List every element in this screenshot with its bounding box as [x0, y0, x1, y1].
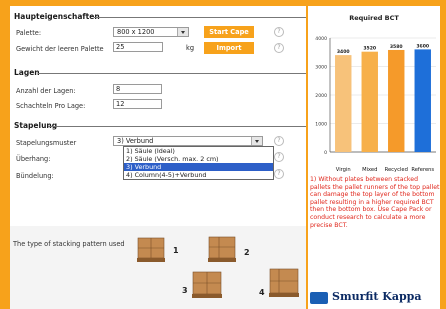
dropdown-option[interactable]: 4) Column(4-5)+Verbund — [124, 171, 273, 179]
pallet-pattern-1-icon — [137, 237, 165, 262]
bar — [361, 51, 378, 152]
start-cape-button[interactable]: Start Cape — [204, 26, 254, 38]
stacking-pattern-options: 1) Säule (Ideal) 2) Säule (Versch. max. … — [123, 146, 274, 180]
section-divider — [48, 126, 306, 127]
boxes-per-layer-label: Schachteln Pro Lage: — [16, 102, 86, 110]
help-icon[interactable]: ? — [274, 27, 284, 37]
pattern-number: 3 — [182, 286, 188, 295]
pallet-select[interactable]: 800 x 1200 — [113, 27, 189, 37]
bar-value-label: 3580 — [390, 44, 403, 50]
bar-value-label: 3600 — [416, 43, 429, 49]
x-tick-label: Referens — [411, 167, 434, 173]
bar-value-label: 3400 — [337, 49, 350, 55]
pallet-pattern-4-icon — [269, 268, 299, 297]
pattern-number: 2 — [244, 248, 250, 257]
x-tick-label: Recycled — [385, 167, 408, 173]
bct-bar-chart: 0 1000 2000 3000 4000 3400 Virgin 3520 Mixed 3580… — [315, 36, 436, 173]
layer-count-label: Anzahl der Lagen: — [16, 87, 76, 95]
bar — [335, 55, 352, 152]
boxes-per-layer-input[interactable]: 12 — [113, 99, 162, 109]
chevron-down-icon[interactable] — [251, 137, 262, 145]
help-icon[interactable]: ? — [274, 136, 284, 146]
y-tick-label: 3000 — [315, 65, 327, 71]
pallet-pattern-2-icon — [208, 236, 236, 262]
y-tick-label: 1000 — [315, 122, 327, 128]
overhang-label: Überhang: — [16, 155, 51, 163]
import-button[interactable]: Import — [204, 42, 254, 54]
pallet-pattern-3-icon — [192, 271, 222, 298]
bct-chart-panel: Required BCT 0 1000 2000 3000 4000 3400 Virgin… — [308, 6, 440, 309]
pallet-select-value: 800 x 1200 — [117, 28, 155, 36]
section-title-layers: Lagen — [14, 68, 40, 77]
help-icon[interactable]: ? — [274, 152, 284, 162]
y-tick-label: 4000 — [315, 36, 327, 42]
bar — [388, 49, 405, 152]
section-divider — [94, 17, 306, 18]
form-panel: Haupteigenschaften Palette: 800 x 1200 S… — [10, 6, 306, 309]
y-tick-label: 2000 — [315, 93, 327, 99]
x-tick-label: Mixed — [362, 167, 377, 173]
help-icon[interactable]: ? — [274, 169, 284, 179]
bar-value-label: 3520 — [363, 46, 376, 52]
bar — [414, 49, 431, 152]
section-divider — [38, 73, 306, 74]
stacking-pattern-value: 3) Verbund — [117, 137, 154, 145]
smurfit-kappa-logo-icon — [310, 292, 328, 304]
section-title-main: Haupteigenschaften — [14, 12, 100, 21]
y-tick-label: 0 — [324, 150, 327, 156]
chart-title: Required BCT — [349, 14, 399, 22]
chevron-down-icon[interactable] — [177, 28, 188, 36]
pattern-number: 1 — [173, 246, 179, 255]
layer-count-input[interactable]: 8 — [113, 84, 162, 94]
logo-text: Smurfit Kappa — [332, 290, 422, 303]
stacking-pattern-illustration-area: The type of stacking pattern used 1 2 3 … — [10, 226, 306, 309]
smurfit-kappa-logo: Smurfit Kappa — [310, 289, 438, 307]
pallet-label: Palette: — [16, 29, 42, 37]
stacking-pattern-label: Stapelungsmuster — [16, 139, 77, 147]
stacking-pattern-caption: The type of stacking pattern used — [13, 240, 125, 248]
weight-unit: kg — [186, 44, 195, 52]
pattern-number: 4 — [259, 288, 265, 297]
dropdown-option[interactable]: 2) Säule (Versch. max. 2 cm) — [124, 155, 273, 163]
empty-pallet-weight-input[interactable]: 25 — [113, 42, 163, 52]
cape-form-app: Haupteigenschaften Palette: 800 x 1200 S… — [0, 0, 446, 309]
x-tick-label: Virgin — [336, 167, 351, 173]
bct-footnote: 1) Without plates between stacked pallet… — [310, 176, 440, 229]
bundling-label: Bündelung: — [16, 172, 54, 180]
stacking-pattern-select[interactable]: 3) Verbund — [113, 136, 263, 146]
dropdown-option-selected[interactable]: 3) Verbund — [124, 163, 273, 171]
empty-pallet-weight-label: Gewicht der leeren Palette — [16, 45, 104, 53]
dropdown-option[interactable]: 1) Säule (Ideal) — [124, 147, 273, 155]
help-icon[interactable]: ? — [274, 43, 284, 53]
